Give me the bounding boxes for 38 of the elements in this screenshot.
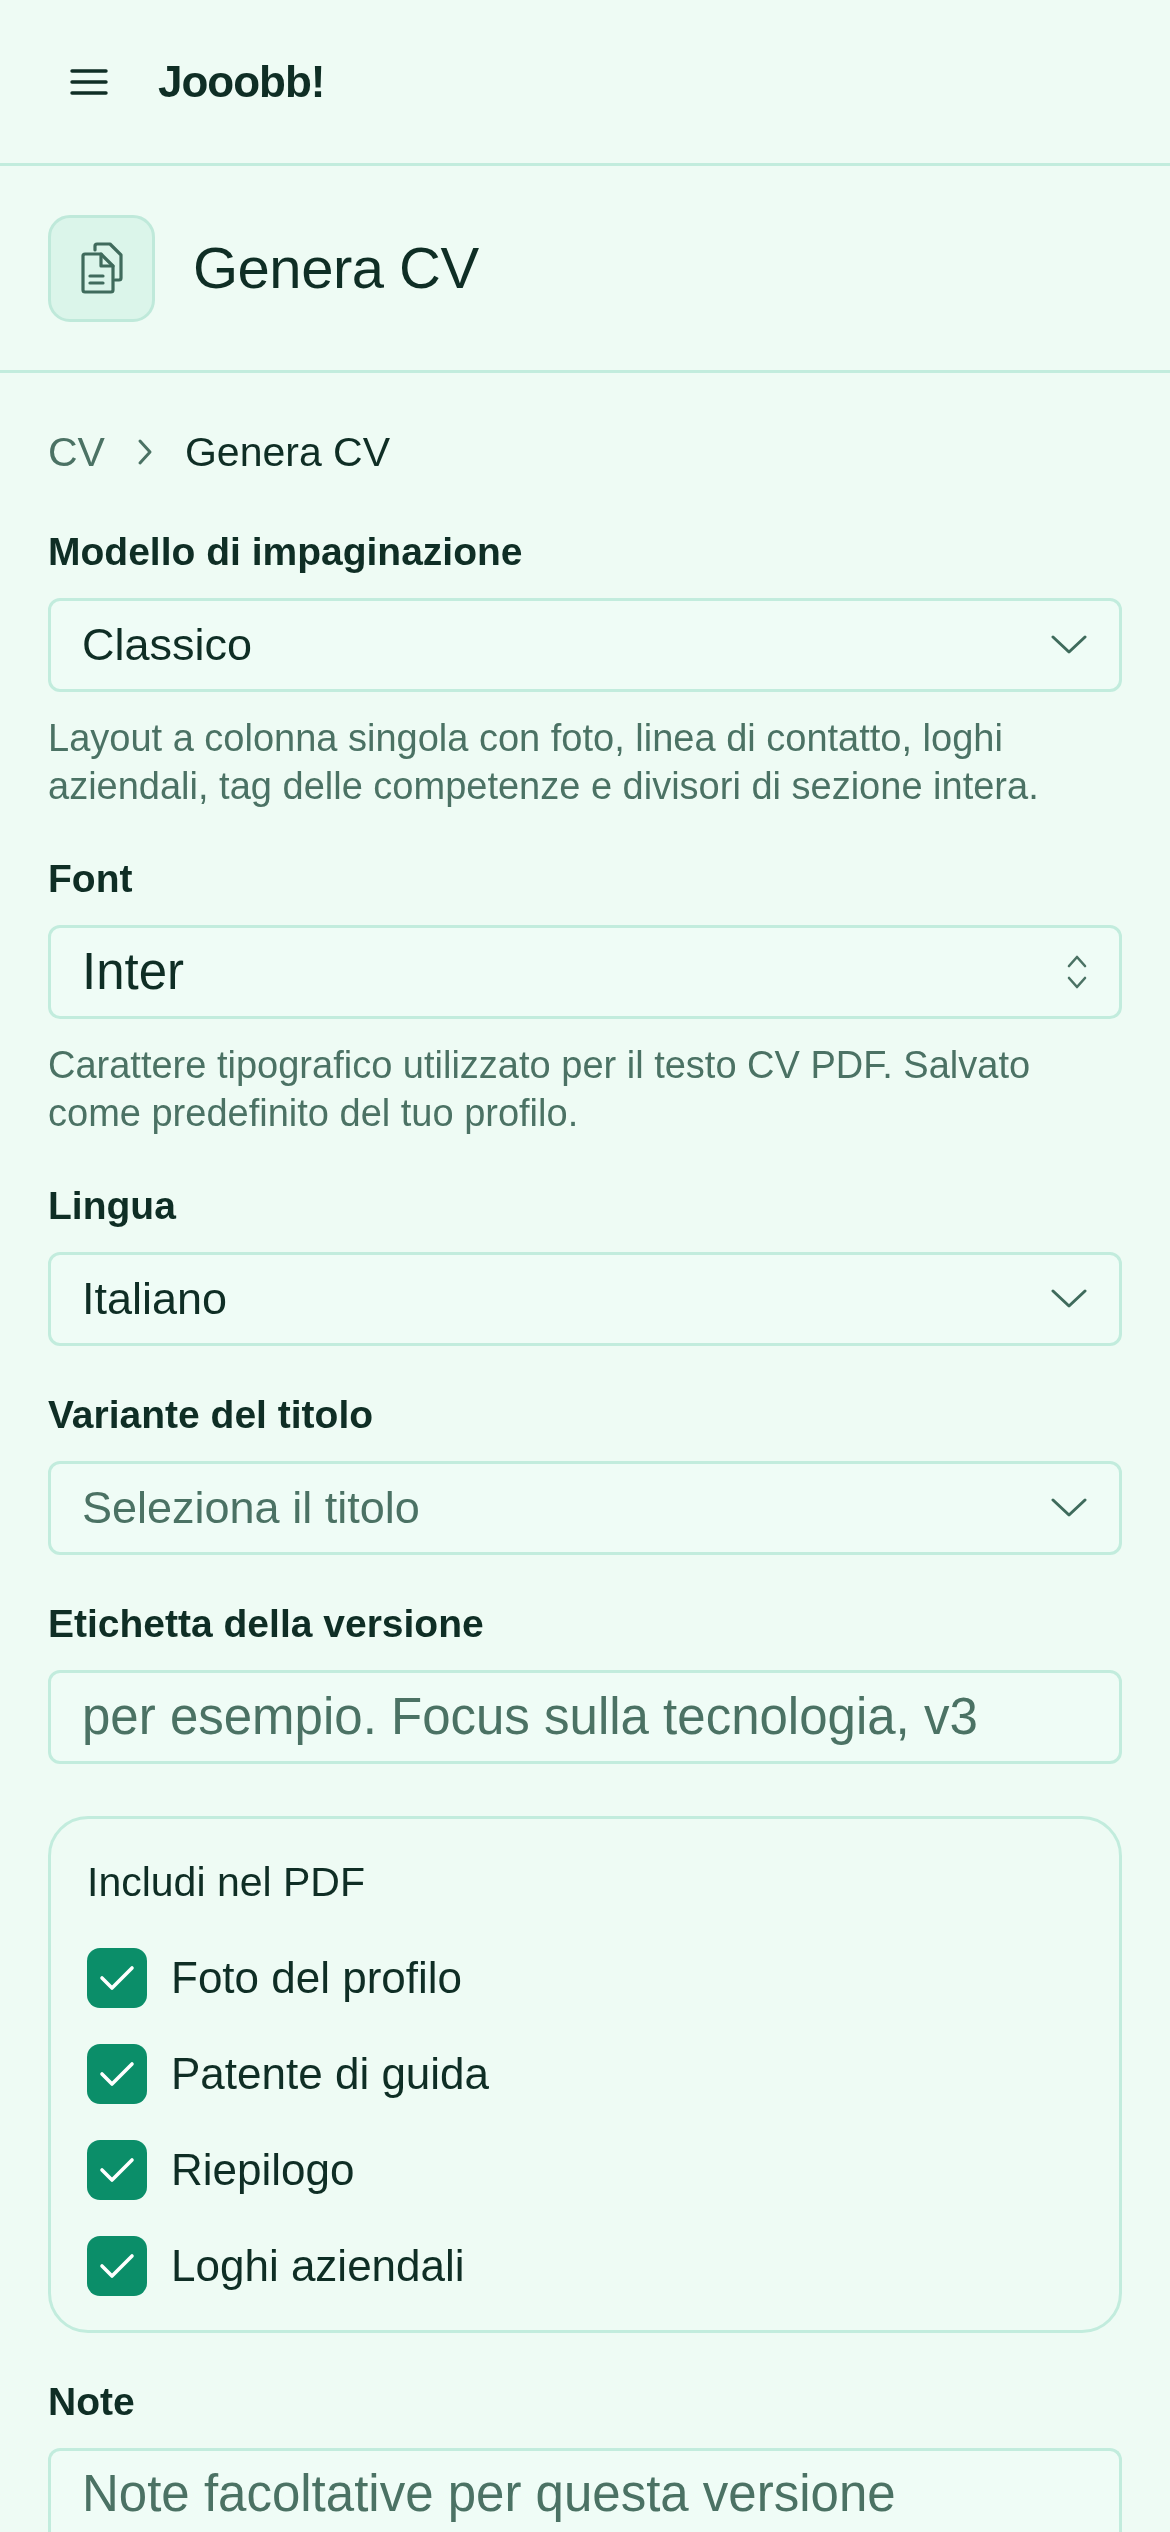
chevron-down-icon [1051, 1289, 1087, 1309]
select-field[interactable]: Inter [48, 925, 1122, 1019]
chevron-right-icon [136, 438, 153, 466]
field-label: Lingua [48, 1183, 178, 1229]
field-label: Variante del titolo [48, 1392, 375, 1438]
checkbox-label[interactable]: Riepilogo [171, 2143, 355, 2197]
checkbox[interactable] [87, 2140, 147, 2200]
checkmark-icon [99, 2252, 135, 2280]
checkbox[interactable] [87, 2044, 147, 2104]
chevron-down-icon [1051, 1498, 1087, 1518]
select-field[interactable]: Italiano [48, 1252, 1122, 1346]
app-logo-text[interactable]: Jooobb! [158, 55, 325, 108]
checkmark-icon [99, 2156, 135, 2184]
checkbox-label[interactable]: Foto del profilo [171, 1951, 463, 2005]
menu-icon[interactable] [70, 67, 108, 96]
page-title: Genera CV [193, 235, 479, 301]
chevron-down-icon [1051, 635, 1087, 655]
checkmark-icon [99, 1964, 135, 1992]
breadcrumb-link[interactable]: CV [48, 427, 105, 477]
checkbox-label[interactable]: Patente di guida [171, 2047, 490, 2101]
field-label: Modello di impaginazione [48, 529, 524, 575]
text-field[interactable]: per esempio. Focus sulla tecnologia, v3 [48, 1670, 1122, 1764]
checkbox[interactable] [87, 2236, 147, 2296]
documents-icon [48, 214, 155, 322]
field-label: Etichetta della versione [48, 1601, 485, 1647]
select-field[interactable]: Seleziona il titolo [48, 1461, 1122, 1555]
field-label: Font [48, 856, 134, 902]
card-title: Includi nel PDF [87, 1858, 366, 1907]
chevron-up-down-icon [1067, 955, 1087, 989]
checkmark-icon [99, 2060, 135, 2088]
select-field[interactable]: Classico [48, 598, 1122, 692]
textarea-field[interactable]: Note facoltative per questa versione [48, 2448, 1122, 2532]
help-text: Layout a colonna singola con foto, linea di contatto, loghi aziendali, tag delle competenze e divisori di sezione intera. [48, 716, 1040, 809]
field-label: Note [48, 2379, 136, 2425]
help-text: Carattere tipografico utilizzato per il testo CV PDF. Salvato come predefinito del tuo profilo. [48, 1043, 1032, 1136]
checkbox[interactable] [87, 1948, 147, 2008]
checkbox-label[interactable]: Loghi aziendali [171, 2239, 465, 2293]
breadcrumb-current: Genera CV [184, 428, 391, 477]
